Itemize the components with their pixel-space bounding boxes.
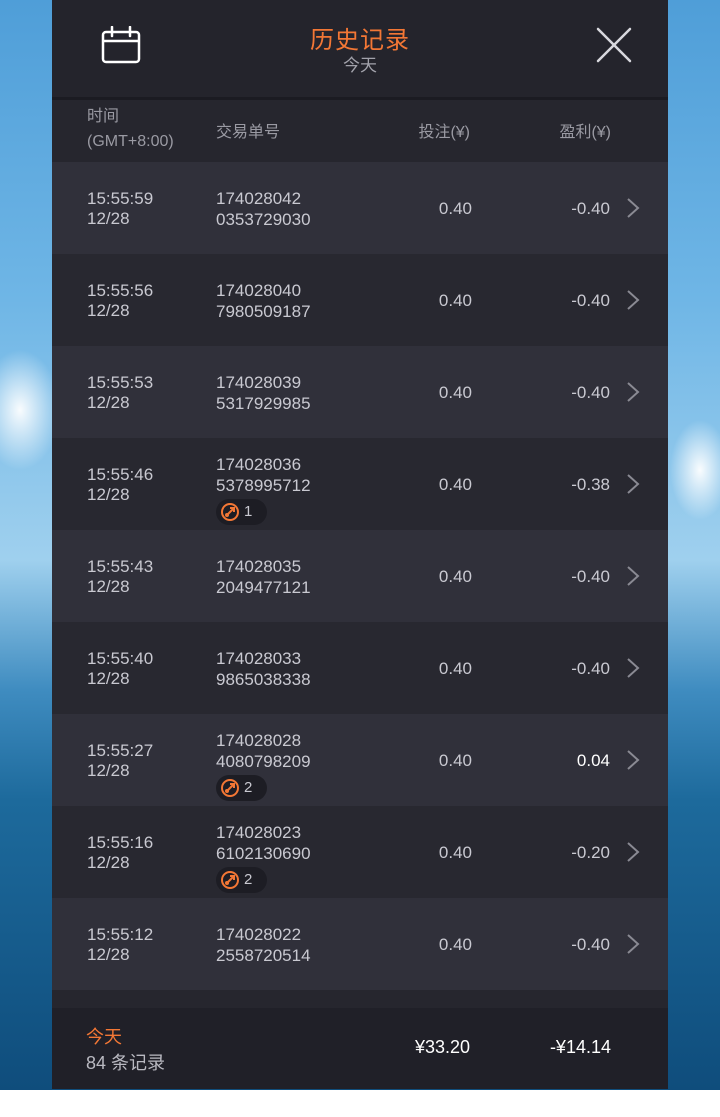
badge-count: 2 [244, 871, 253, 888]
row-profit: -0.40 [571, 935, 610, 954]
row-time: 15:55:27 12/28 [87, 741, 154, 780]
free-spin-badge: 2 [216, 867, 267, 893]
page-subtitle: 今天 [343, 56, 377, 75]
row-order-id: 174028023 6102130690 2 [216, 823, 311, 893]
row-profit: -0.40 [571, 567, 610, 586]
column-order-label: 交易单号 [216, 124, 281, 141]
row-bet: 0.40 [438, 475, 472, 494]
column-profit-label: 盈利(¥) [559, 124, 611, 141]
row-order-id: 174028022 2558720514 [216, 925, 311, 965]
row-order-id: 174028040 7980509187 [216, 281, 311, 321]
row-bet: 0.40 [438, 291, 472, 310]
summary-total-profit: -¥14.14 [549, 1037, 611, 1057]
row-time: 15:55:43 12/28 [87, 557, 154, 596]
summary-count: 84 条记录 [86, 1053, 166, 1073]
row-profit: -0.40 [571, 291, 610, 310]
table-row[interactable]: 15:55:56 12/28 174028040 7980509187 0.40 -… [52, 254, 668, 346]
row-bet: 0.40 [438, 659, 472, 678]
badge-count: 1 [244, 503, 253, 520]
row-profit: -0.40 [571, 659, 610, 678]
row-bet: 0.40 [438, 199, 472, 218]
row-profit: -0.38 [571, 475, 610, 494]
badge-count: 2 [244, 779, 253, 796]
table-row[interactable]: 15:55:16 12/28 174028023 6102130690 2 0.40… [52, 806, 668, 898]
row-bet: 0.40 [438, 751, 472, 770]
history-panel: 历史记录 今天 时间 (GMT+8:00) 交易单号 投注(¥) 盈利(¥) 1… [52, 0, 668, 1089]
chevron-right-icon [627, 934, 640, 954]
row-time: 15:55:12 12/28 [87, 925, 154, 964]
chevron-right-icon [627, 842, 640, 862]
page-title: 历史记录 [310, 27, 410, 54]
row-order-id: 174028035 2049477121 [216, 557, 311, 597]
row-order-id: 174028028 4080798209 2 [216, 731, 311, 801]
chevron-right-icon [627, 198, 640, 218]
table-row[interactable]: 15:55:40 12/28 174028033 9865038338 0.40 -… [52, 622, 668, 714]
row-order-id: 174028033 9865038338 [216, 649, 311, 689]
chevron-right-icon [627, 290, 640, 310]
chevron-right-icon [627, 382, 640, 402]
table-row[interactable]: 15:55:46 12/28 174028036 5378995712 1 0.40… [52, 438, 668, 530]
row-bet: 0.40 [438, 843, 472, 862]
row-time: 15:55:59 12/28 [87, 189, 154, 228]
free-spin-badge: 2 [216, 775, 267, 801]
row-time: 15:55:46 12/28 [87, 465, 154, 504]
row-time: 15:55:40 12/28 [87, 649, 154, 688]
table-row[interactable]: 15:55:12 12/28 174028022 2558720514 0.40 -… [52, 898, 668, 990]
chevron-right-icon [627, 474, 640, 494]
free-spin-icon [221, 779, 239, 797]
free-spin-icon [221, 871, 239, 889]
summary-total-bet: ¥33.20 [414, 1037, 470, 1057]
table-row[interactable]: 15:55:27 12/28 174028028 4080798209 2 0.40… [52, 714, 668, 806]
column-header: 时间 (GMT+8:00) 交易单号 投注(¥) 盈利(¥) [52, 100, 668, 162]
row-profit: -0.40 [571, 383, 610, 402]
row-order-id: 174028042 0353729030 [216, 189, 311, 229]
row-order-id: 174028039 5317929985 [216, 373, 311, 413]
table-row[interactable]: 15:55:53 12/28 174028039 5317929985 0.40 -… [52, 346, 668, 438]
row-bet: 0.40 [438, 935, 472, 954]
free-spin-icon [221, 503, 239, 521]
row-time: 15:55:53 12/28 [87, 373, 154, 412]
column-bet-label: 投注(¥) [418, 124, 470, 141]
summary-footer: 今天 84 条记录 ¥33.20 -¥14.14 [52, 1008, 668, 1089]
header: 历史记录 今天 [52, 0, 668, 100]
row-profit: -0.40 [571, 199, 610, 218]
table-row[interactable]: 15:55:59 12/28 174028042 0353729030 0.40 -… [52, 162, 668, 254]
chevron-right-icon [627, 750, 640, 770]
table-row[interactable]: 15:55:43 12/28 174028035 2049477121 0.40 -… [52, 530, 668, 622]
chevron-right-icon [627, 658, 640, 678]
column-time-label: 时间 [87, 108, 120, 125]
row-profit: 0.04 [576, 751, 610, 770]
chevron-right-icon [627, 566, 640, 586]
row-time: 15:55:56 12/28 [87, 281, 154, 320]
summary-period: 今天 [86, 1027, 122, 1047]
row-profit: -0.20 [571, 843, 610, 862]
column-timezone-label: (GMT+8:00) [87, 133, 174, 150]
free-spin-badge: 1 [216, 499, 267, 525]
history-list: 15:55:59 12/28 174028042 0353729030 0.40 -… [52, 162, 668, 990]
row-order-id: 174028036 5378995712 1 [216, 455, 311, 525]
row-bet: 0.40 [438, 567, 472, 586]
close-icon[interactable] [595, 26, 633, 64]
row-bet: 0.40 [438, 383, 472, 402]
row-time: 15:55:16 12/28 [87, 833, 154, 872]
